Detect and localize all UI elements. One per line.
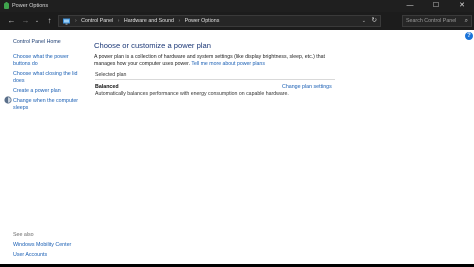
breadcrumb-separator: › [117,18,120,24]
breadcrumb-separator: › [75,18,77,24]
selected-plan-label: Selected plan [95,72,127,78]
minimize-button[interactable]: — [400,0,420,12]
back-arrow-icon[interactable]: ← [6,15,17,27]
shield-icon [4,96,12,104]
window-title: Power Options [12,3,49,9]
refresh-icon[interactable]: ↻ [372,16,377,26]
plan-radio-balanced[interactable]: Balanced [95,84,119,90]
recent-locations-chevron-icon[interactable]: ⌄ [33,15,41,27]
see-also-label: See also [13,232,34,238]
breadcrumb: › Control Panel › Hardware and Sound › P… [72,16,219,26]
search-icon[interactable]: ⌕ [465,16,468,26]
power-options-app-icon [4,2,9,9]
breadcrumb-separator: › [178,18,181,24]
address-toolbar: ← → ⌄ ↑ › Control Panel › Hardware and S… [0,12,474,30]
search-placeholder: Search Control Panel [406,18,457,24]
plan-description: Automatically balances performance with … [95,91,289,97]
tell-me-more-link[interactable]: Tell me more about power plans [191,61,265,67]
sidebar-link-closing-lid[interactable]: Choose what closing the lid does [13,71,77,84]
page-title: Choose or customize a power plan [94,41,211,50]
breadcrumb-control-panel[interactable]: Control Panel [81,18,113,24]
maximize-button[interactable]: ☐ [426,0,446,12]
forward-arrow-icon[interactable]: → [20,15,31,27]
divider [95,79,335,80]
up-arrow-icon[interactable]: ↑ [44,15,55,27]
sidebar-link-sleep[interactable]: Change when the computer sleeps [13,98,78,111]
see-also-link-mobility-center[interactable]: Windows Mobility Center [13,242,71,249]
address-field[interactable]: › Control Panel › Hardware and Sound › P… [58,15,381,27]
search-input[interactable]: Search Control Panel ⌕ [402,15,472,27]
title-bar: Power Options — ☐ ✕ [0,0,474,12]
help-icon[interactable]: ? [465,32,473,40]
sidebar-link-control-panel-home[interactable]: Control Panel Home [13,39,61,46]
change-plan-settings-link[interactable]: Change plan settings [282,84,332,90]
close-button[interactable]: ✕ [452,0,472,12]
sidebar-link-power-buttons[interactable]: Choose what the power buttons do [13,54,69,67]
page-description: A power plan is a collection of hardware… [94,54,334,68]
breadcrumb-power-options[interactable]: Power Options [185,18,220,24]
breadcrumb-hardware-and-sound[interactable]: Hardware and Sound [124,18,174,24]
see-also-link-user-accounts[interactable]: User Accounts [13,252,47,259]
sidebar-link-create-power-plan[interactable]: Create a power plan [13,88,61,95]
address-dropdown-icon[interactable]: ⌄ [362,16,366,26]
control-panel-icon [63,18,70,25]
